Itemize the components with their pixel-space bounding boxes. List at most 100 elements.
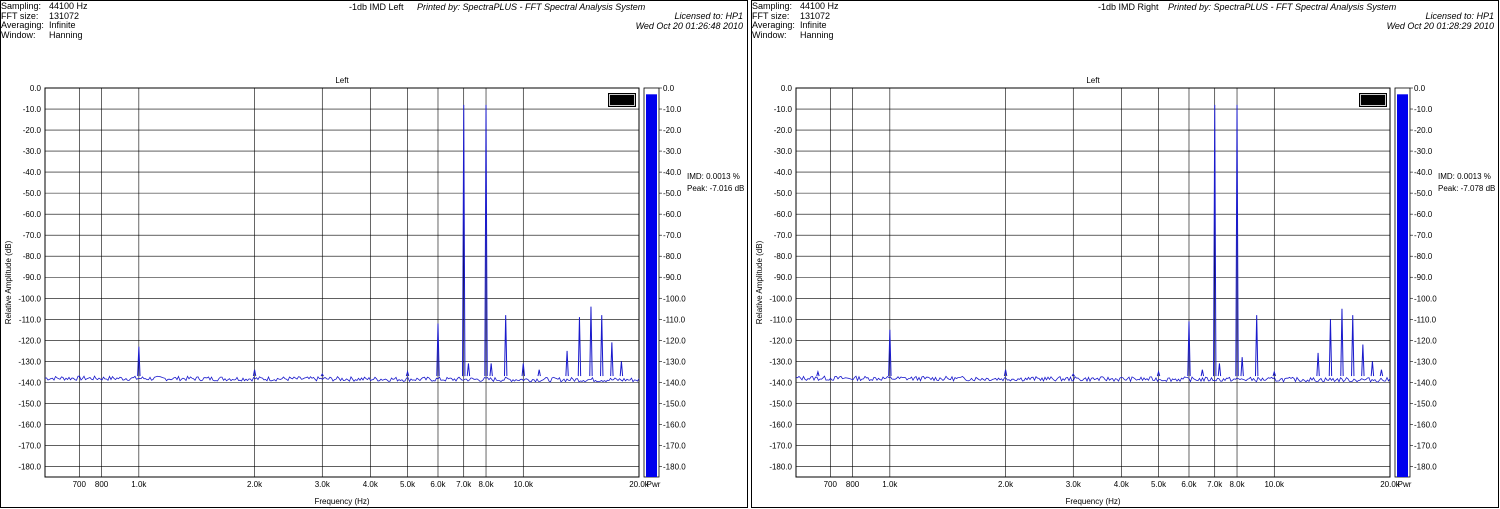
meter-tick-label: -160.0 [663,420,686,429]
spectrum-peak [619,361,624,377]
x-tick-label: 1.0k [882,480,898,489]
meter-tick-label: -130.0 [1414,357,1437,366]
spectrum-peak [600,315,604,377]
y-tick-label: -110.0 [770,315,793,324]
meter-tick-label: -140.0 [663,378,686,387]
meter-tick-label: -40.0 [1414,168,1433,177]
y-tick-label: -30.0 [774,147,793,156]
x-tick-label: 2.0k [998,480,1014,489]
x-tick-label: 4.0k [363,480,379,489]
y-tick-label: -170.0 [18,441,41,450]
meter-tick-label: -60.0 [1414,210,1433,219]
x-tick-label: 6.0k [430,480,446,489]
y-tick-label: -80.0 [23,252,42,261]
meter-tick-label: -160.0 [1414,420,1437,429]
spectrum-peak [1361,344,1365,377]
x-tick-label: 5.0k [400,480,416,489]
plot-frame [44,87,640,478]
x-axis-label: Frequency (Hz) [314,497,369,506]
meter-tick-label: -120.0 [663,336,686,345]
meter-tick-label: -80.0 [1414,252,1433,261]
meter-tick-label: -80.0 [663,252,682,261]
y-tick-label: -60.0 [774,210,793,219]
meter-tick-label: -180.0 [1414,462,1437,471]
y-tick-label: -180.0 [18,462,41,471]
spectrum-chart: Left 0.0 -10.0 -20.0 -30.0 -40.0 -50.0 -60.0 -70… [755,76,1495,506]
y-tick-label: -130.0 [769,357,792,366]
meter-tick-label: -20.0 [663,126,682,135]
x-tick-label: 7.0k [1207,480,1223,489]
noise-floor-trace [795,375,1391,383]
y-axis-label: Relative Amplitude (dB) [4,240,13,324]
spectrum-peak [577,317,582,377]
spectrum-panel-left: Sampling: 44100 Hz FFT size: 131072 Averag… [0,0,748,508]
x-tick-label: 800 [95,480,109,489]
y-axis-label: Relative Amplitude (dB) [755,240,764,324]
meter-tick-label: -130.0 [663,357,686,366]
power-meter-label: Pwr [1398,480,1412,489]
x-tick-label: 8.0k [1229,480,1245,489]
x-tick-label: 2.0k [247,480,263,489]
y-tick-label: -110.0 [19,315,42,324]
y-tick-label: -90.0 [23,273,42,282]
y-tick-label: -10.0 [23,105,42,114]
meter-tick-label: -70.0 [663,231,682,240]
meter-tick-label: -110.0 [1414,315,1437,324]
x-tick-label: 700 [73,480,87,489]
meter-tick-label: -90.0 [663,273,682,282]
x-tick-label: 4.0k [1114,480,1130,489]
power-meter-bar [1397,94,1408,477]
meter-tick-label: -150.0 [663,399,686,408]
spectrum-peak [1340,308,1344,377]
x-tick-label: 5.0k [1151,480,1167,489]
x-tick-label: 3.0k [1066,480,1082,489]
y-tick-label: -40.0 [23,168,42,177]
plot-title: Left [1086,76,1100,85]
x-tick-label: 800 [846,480,860,489]
meter-tick-label: -40.0 [663,168,682,177]
x-tick-label: 6.0k [1181,480,1197,489]
y-tick-label: -100.0 [769,294,792,303]
meter-tick-label: -110.0 [663,315,686,324]
peak-readout: Peak: -7.078 dB [1438,184,1495,193]
y-tick-label: -130.0 [18,357,41,366]
plot-frame [795,87,1391,478]
peak-readout: Peak: -7.016 dB [687,184,744,193]
y-tick-label: -50.0 [774,189,793,198]
x-tick-label: 700 [824,480,838,489]
spectrum-peak [503,315,508,377]
spectrum-peak [537,369,541,377]
x-tick-label: 1.0k [131,480,147,489]
spectrum-peak [466,363,471,377]
x-tick-label: 3.0k [315,480,331,489]
meter-tick-label: -90.0 [1414,273,1433,282]
y-tick-label: 0.0 [781,84,793,93]
y-tick-label: -150.0 [769,399,792,408]
spectrum-peak [1254,315,1259,377]
y-tick-label: -180.0 [769,462,792,471]
y-tick-label: -90.0 [774,273,793,282]
y-tick-label: -170.0 [769,441,792,450]
y-tick-label: -160.0 [769,420,792,429]
meter-tick-label: -100.0 [1414,294,1437,303]
meter-tick-label: -100.0 [663,294,686,303]
x-tick-label: 8.0k [478,480,494,489]
meter-tick-label: -170.0 [1414,441,1437,450]
y-tick-label: -10.0 [774,105,793,114]
meter-tick-label: -30.0 [663,147,682,156]
y-tick-label: -50.0 [23,189,42,198]
spectrum-peak [1370,361,1375,377]
spectrum-peak [1379,369,1384,377]
spectrum-peak [1217,363,1222,377]
y-tick-label: -160.0 [18,420,41,429]
y-tick-label: -80.0 [774,252,793,261]
spectrum-peak [589,306,593,377]
y-tick-label: -140.0 [18,378,41,387]
meter-tick-label: -30.0 [1414,147,1433,156]
logo-text: PHS [614,97,631,106]
y-tick-label: -70.0 [23,231,42,240]
plot-title: Left [335,76,349,85]
spectrum-peak [1200,369,1205,377]
meter-tick-label: -50.0 [1414,189,1433,198]
spectrum-peak [489,363,493,377]
